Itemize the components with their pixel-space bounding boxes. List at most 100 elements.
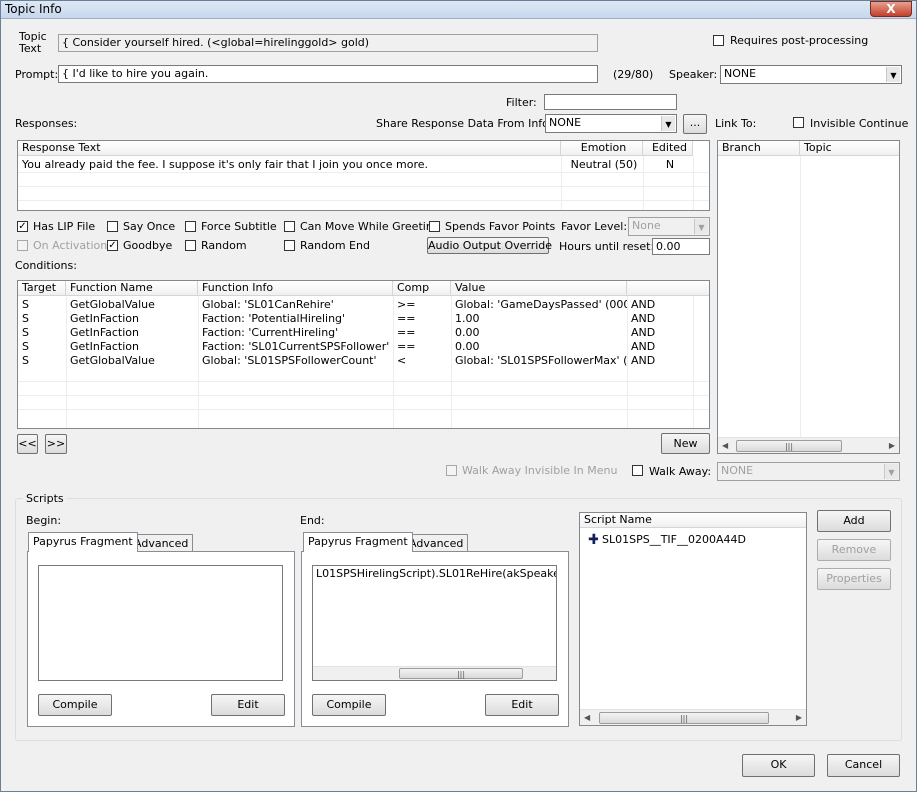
begin-panel: Compile Edit <box>27 551 295 727</box>
column-header-topic[interactable]: Topic <box>800 141 899 156</box>
say-once-checkbox[interactable] <box>107 221 118 232</box>
end-edit-button[interactable]: Edit <box>485 694 559 716</box>
new-condition-button[interactable]: New <box>661 433 710 454</box>
spends-favor-label: Spends Favor Points <box>445 220 556 233</box>
script-list-item-label: SL01SPS__TIF__0200A44D <box>602 533 746 546</box>
condition-and-or: AND <box>631 298 656 311</box>
has-lip-file-checkbox[interactable]: ✓ <box>17 221 28 232</box>
on-activation-checkbox[interactable] <box>17 240 28 251</box>
random-end-checkbox[interactable] <box>284 240 295 251</box>
filter-input[interactable] <box>544 94 677 110</box>
begin-compile-button[interactable]: Compile <box>38 694 112 716</box>
share-response-dropdown[interactable]: NONE ▼ <box>545 114 677 133</box>
walk-away-value: NONE <box>721 464 754 477</box>
share-response-label: Share Response Data From Info: <box>376 117 553 130</box>
walk-away-invisible-label: Walk Away Invisible In Menu <box>462 464 618 477</box>
scroll-thumb[interactable]: ||| <box>399 668 523 679</box>
scripts-label: Scripts <box>23 492 67 505</box>
walk-away-checkbox[interactable] <box>632 465 643 476</box>
favor-level-dropdown[interactable]: None ▼ <box>628 217 710 236</box>
hours-until-reset-label: Hours until reset: <box>559 240 655 253</box>
scroll-thumb[interactable]: ||| <box>599 712 769 724</box>
invisible-continue-checkbox[interactable] <box>793 117 804 128</box>
condition-row[interactable]: S GetInFaction Faction: 'PotentialHireling… <box>18 312 693 326</box>
column-header-edited[interactable]: Edited <box>643 141 693 156</box>
remove-script-button[interactable]: Remove <box>817 539 891 561</box>
column-header-response-text[interactable]: Response Text <box>18 141 561 156</box>
scroll-right-icon[interactable]: ▶ <box>796 713 802 722</box>
column-header-target[interactable]: Target <box>18 281 66 296</box>
link-to-list[interactable]: Branch Topic ◀ ||| ▶ <box>717 140 900 454</box>
ok-button[interactable]: OK <box>742 754 815 777</box>
audio-output-override-button[interactable]: Audio Output Override <box>427 237 552 254</box>
chevron-down-icon: ▼ <box>694 219 708 234</box>
scroll-right-icon[interactable]: ▶ <box>889 441 895 450</box>
condition-target: S <box>22 312 29 325</box>
condition-function-info: Global: 'SL01CanRehire' <box>202 298 334 311</box>
has-lip-file-label: Has LIP File <box>33 220 96 233</box>
force-subtitle-checkbox[interactable] <box>185 221 196 232</box>
prompt-field[interactable]: { I'd like to hire you again. <box>58 65 598 83</box>
share-response-browse-button[interactable]: ... <box>683 114 707 134</box>
scroll-thumb[interactable]: ||| <box>736 440 842 452</box>
column-header-value[interactable]: Value <box>451 281 627 296</box>
end-tab-papyrus-fragment[interactable]: Papyrus Fragment <box>303 532 413 552</box>
prompt-char-count: (29/80) <box>613 68 654 81</box>
end-script-text[interactable]: L01SPSHirelingScript).SL01ReHire(akSpeak… <box>312 565 557 681</box>
condition-row[interactable]: S GetGlobalValue Global: 'SL01CanRehire' >=… <box>18 298 693 312</box>
column-header-branch[interactable]: Branch <box>718 141 800 156</box>
column-header-script-name[interactable]: Script Name <box>580 513 806 528</box>
topic-text-field[interactable]: { Consider yourself hired. (<global=hire… <box>58 34 598 52</box>
condition-target: S <box>22 326 29 339</box>
walk-away-dropdown[interactable]: NONE ▼ <box>717 462 900 481</box>
requires-post-processing-checkbox[interactable] <box>713 35 724 46</box>
topic-info-window: Topic Info X Topic Text { Consider yours… <box>0 0 917 792</box>
cancel-button[interactable]: Cancel <box>827 754 900 777</box>
prompt-label: Prompt: <box>15 68 59 81</box>
end-tab-advanced[interactable]: Advanced <box>404 534 469 551</box>
condition-row[interactable]: S GetInFaction Faction: 'SL01CurrentSPSFol… <box>18 340 693 354</box>
spends-favor-checkbox[interactable] <box>429 221 440 232</box>
begin-edit-button[interactable]: Edit <box>211 694 285 716</box>
script-list-scrollbar[interactable]: ◀ ||| ▶ <box>580 709 806 725</box>
response-row[interactable]: You already paid the fee. I suppose it's… <box>18 158 693 172</box>
random-checkbox[interactable] <box>185 240 196 251</box>
previous-button[interactable]: << <box>17 434 38 454</box>
scroll-left-icon[interactable]: ◀ <box>722 441 728 450</box>
next-button[interactable]: >> <box>45 434 67 454</box>
begin-tab-papyrus-fragment[interactable]: Papyrus Fragment <box>28 532 138 552</box>
hours-until-reset-input[interactable]: 0.00 <box>652 238 710 255</box>
column-header-comp[interactable]: Comp <box>393 281 451 296</box>
column-header-function-info[interactable]: Function Info <box>198 281 393 296</box>
condition-value: Global: 'SL01SPSFollowerMax' (... <box>455 354 627 367</box>
walk-away-invisible-checkbox[interactable] <box>446 465 457 476</box>
condition-function-name: GetInFaction <box>70 326 139 339</box>
force-subtitle-label: Force Subtitle <box>201 220 277 233</box>
conditions-list[interactable]: Target Function Name Function Info Comp … <box>17 280 710 429</box>
goodbye-checkbox[interactable]: ✓ <box>107 240 118 251</box>
goodbye-label: Goodbye <box>123 239 173 252</box>
chevron-down-icon: ▼ <box>884 464 898 479</box>
column-header-emotion[interactable]: Emotion <box>561 141 643 156</box>
properties-button[interactable]: Properties <box>817 568 891 590</box>
begin-tab-advanced[interactable]: Advanced <box>129 534 194 551</box>
column-header-function-name[interactable]: Function Name <box>66 281 198 296</box>
link-horizontal-scrollbar[interactable]: ◀ ||| ▶ <box>718 437 899 453</box>
responses-list[interactable]: Response Text Emotion Edited You already… <box>17 140 710 211</box>
can-move-checkbox[interactable] <box>284 221 295 232</box>
response-edited: N <box>665 158 675 171</box>
chevron-down-icon: ▼ <box>886 67 900 82</box>
end-compile-button[interactable]: Compile <box>312 694 386 716</box>
condition-row[interactable]: S GetGlobalValue Global: 'SL01SPSFollowerC… <box>18 354 693 368</box>
plus-icon: ✚ <box>584 533 598 547</box>
begin-script-text[interactable] <box>38 565 283 681</box>
scroll-left-icon[interactable]: ◀ <box>584 713 590 722</box>
condition-function-name: GetInFaction <box>70 340 139 353</box>
script-list[interactable]: Script Name ✚ SL01SPS__TIF__0200A44D ◀ |… <box>579 512 807 726</box>
add-script-button[interactable]: Add <box>817 510 891 532</box>
condition-row[interactable]: S GetInFaction Faction: 'CurrentHireling' =… <box>18 326 693 340</box>
close-button[interactable]: X <box>870 1 912 17</box>
speaker-dropdown[interactable]: NONE ▼ <box>720 65 902 84</box>
column-header-and-or[interactable] <box>627 281 709 296</box>
end-horizontal-scrollbar[interactable]: ||| <box>313 666 556 680</box>
